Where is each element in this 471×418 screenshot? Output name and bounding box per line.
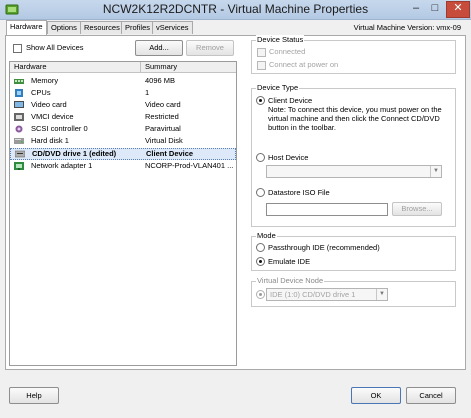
hardware-name: CD/DVD drive 1 (edited)	[32, 149, 117, 158]
hardware-row-video-card[interactable]: Video card Video card	[10, 99, 236, 111]
hardware-summary: NCORP-Prod-VLAN401 ...	[145, 161, 234, 170]
title-bar[interactable]: NCW2K12R2DCNTR - Virtual Machine Propert…	[0, 0, 471, 20]
hardware-summary: Restricted	[145, 112, 179, 121]
virtual-device-node-radio[interactable]	[256, 290, 265, 299]
maximize-button[interactable]: □	[426, 2, 444, 16]
tab-vservices[interactable]: vServices	[152, 21, 193, 34]
remove-button[interactable]: Remove	[186, 40, 234, 56]
vm-version-label: Virtual Machine Version: vmx-09	[353, 23, 461, 32]
client-device-note-line-2: virtual machine and then click the Conne…	[268, 114, 440, 123]
help-button[interactable]: Help	[9, 387, 59, 404]
hardware-summary: Video card	[145, 100, 181, 109]
datastore-iso-path-field[interactable]	[266, 203, 388, 216]
scsi-controller-icon	[15, 125, 23, 133]
vmci-device-icon	[14, 113, 24, 121]
hardware-name: VMCI device	[31, 112, 74, 121]
passthrough-ide-radio[interactable]	[256, 243, 265, 252]
client-device-note-line-3: button in the toolbar.	[268, 123, 336, 132]
hardware-name: Video card	[31, 100, 67, 109]
hardware-row-cd-dvd-drive[interactable]: CD/DVD drive 1 (edited) Client Device	[10, 148, 236, 160]
hardware-row-cpus[interactable]: CPUs 1	[10, 87, 236, 99]
mode-legend: Mode	[256, 231, 277, 240]
hardware-name: Network adapter 1	[31, 161, 93, 170]
emulate-ide-label: Emulate IDE	[268, 257, 311, 266]
client-device-label: Client Device	[268, 96, 313, 105]
datastore-iso-label: Datastore ISO File	[268, 188, 330, 197]
minimize-button[interactable]: –	[407, 2, 425, 16]
column-header-hardware[interactable]: Hardware	[14, 62, 47, 72]
host-device-radio[interactable]	[256, 153, 265, 162]
hard-disk-icon	[14, 138, 24, 144]
hardware-list[interactable]: Hardware Summary Memory 4096 MB CPUs 1 V…	[9, 61, 237, 366]
connected-checkbox[interactable]	[257, 48, 266, 57]
device-status-legend: Device Status	[256, 35, 305, 44]
host-device-label: Host Device	[268, 153, 309, 162]
hardware-row-memory[interactable]: Memory 4096 MB	[10, 75, 236, 87]
connected-label: Connected	[269, 47, 306, 56]
client-device-note-line-1: Note: To connect this device, you must p…	[268, 105, 442, 114]
show-all-devices-checkbox[interactable]	[13, 44, 22, 53]
window-title: NCW2K12R2DCNTR - Virtual Machine Propert…	[102, 2, 369, 16]
cancel-button[interactable]: Cancel	[406, 387, 456, 404]
tab-profiles[interactable]: Profiles	[121, 21, 155, 34]
cd-dvd-drive-icon	[15, 150, 25, 158]
column-header-summary[interactable]: Summary	[145, 62, 177, 72]
passthrough-ide-label: Passthrough IDE (recommended)	[268, 243, 380, 252]
hardware-row-hard-disk[interactable]: Hard disk 1 Virtual Disk	[10, 135, 236, 147]
device-type-legend: Device Type	[256, 83, 300, 92]
video-card-icon	[14, 101, 24, 108]
connect-at-power-on-checkbox[interactable]	[257, 61, 266, 70]
cpu-icon	[15, 89, 23, 97]
memory-icon	[14, 79, 24, 84]
browse-button[interactable]: Browse...	[392, 202, 442, 216]
show-all-devices-label: Show All Devices	[26, 43, 84, 52]
hardware-summary: Client Device	[146, 149, 194, 158]
virtual-device-node-dropdown[interactable]: IDE (1:0) CD/DVD drive 1 ▼	[266, 288, 388, 301]
add-button[interactable]: Add...	[135, 40, 183, 56]
hardware-row-vmci-device[interactable]: VMCI device Restricted	[10, 111, 236, 123]
hardware-name: Hard disk 1	[31, 136, 69, 145]
tab-options[interactable]: Options	[47, 21, 81, 34]
hardware-list-header: Hardware Summary	[10, 62, 236, 73]
column-divider	[140, 62, 141, 72]
hardware-name: SCSI controller 0	[31, 124, 88, 133]
hardware-name: Memory	[31, 76, 59, 85]
close-button[interactable]: ✕	[446, 1, 470, 18]
ok-button[interactable]: OK	[351, 387, 401, 404]
hardware-row-scsi-controller[interactable]: SCSI controller 0 Paravirtual	[10, 123, 236, 135]
datastore-iso-radio[interactable]	[256, 188, 265, 197]
chevron-down-icon: ▼	[430, 166, 441, 177]
connect-at-power-on-label: Connect at power on	[269, 60, 339, 69]
network-adapter-icon	[14, 162, 24, 170]
host-device-dropdown[interactable]: ▼	[266, 165, 442, 178]
hardware-name: CPUs	[31, 88, 51, 97]
emulate-ide-radio[interactable]	[256, 257, 265, 266]
hardware-summary: Paravirtual	[145, 124, 181, 133]
client-device-radio[interactable]	[256, 96, 265, 105]
tab-hardware[interactable]: Hardware	[6, 20, 47, 35]
tab-resources[interactable]: Resources	[80, 21, 124, 34]
hardware-summary: 1	[145, 88, 150, 97]
hardware-summary: Virtual Disk	[145, 136, 183, 145]
virtual-device-node-value: IDE (1:0) CD/DVD drive 1	[270, 290, 356, 299]
hardware-summary: 4096 MB	[145, 76, 176, 85]
hardware-row-network-adapter[interactable]: Network adapter 1 NCORP-Prod-VLAN401 ...	[10, 160, 236, 172]
virtual-device-node-legend: Virtual Device Node	[256, 276, 325, 285]
chevron-down-icon: ▼	[376, 289, 387, 300]
